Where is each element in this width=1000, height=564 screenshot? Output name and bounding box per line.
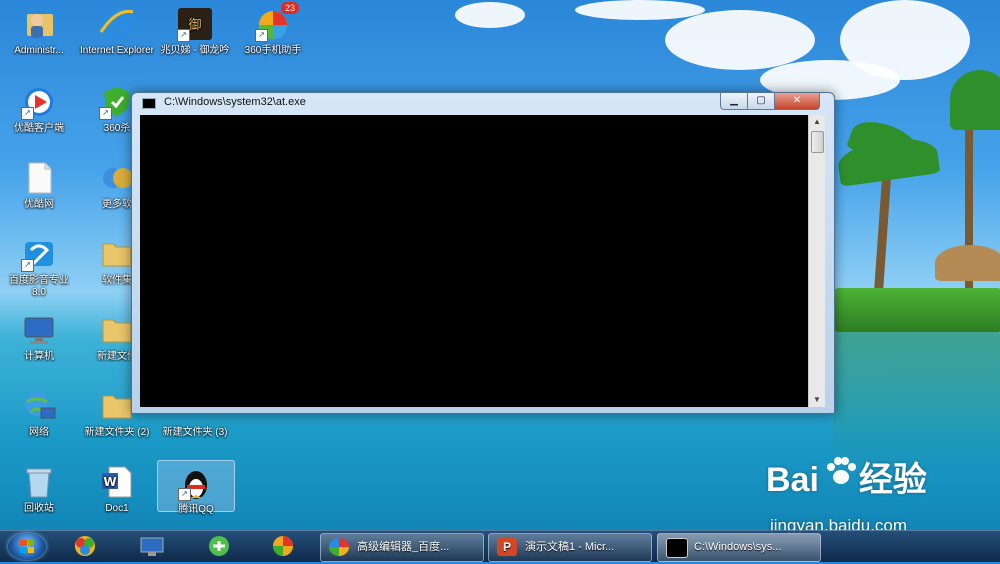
palm-trunk bbox=[873, 164, 892, 306]
taskbar-button-label: C:\Windows\sys... bbox=[694, 541, 782, 553]
qq-penguin-icon: ↗ bbox=[178, 465, 214, 501]
maximize-button[interactable]: ▢ bbox=[747, 93, 775, 110]
taskbar: 高级编辑器_百度... P 演示文稿1 - Micr... C:\Windows… bbox=[0, 530, 1000, 562]
ie-icon bbox=[209, 536, 229, 556]
taskbar-pin-360-browser[interactable] bbox=[268, 534, 298, 559]
taskbar-button-console[interactable]: C:\Windows\sys... bbox=[657, 533, 821, 562]
game-icon: 御 ↗ bbox=[177, 6, 213, 42]
water-reflection bbox=[833, 332, 1000, 472]
taskbar-pin-ie[interactable] bbox=[204, 534, 234, 559]
windows-logo-icon bbox=[20, 540, 34, 553]
cloud bbox=[455, 2, 525, 28]
recycle-bin-icon bbox=[21, 464, 57, 500]
console-window[interactable]: C:\Windows\system32\at.exe ▁ ▢ ✕ ▲ ▼ bbox=[131, 92, 835, 414]
user-folder-icon bbox=[21, 6, 57, 42]
desktop-icon-recycle-bin[interactable]: 回收站 bbox=[1, 460, 77, 515]
desktop-icon-network[interactable]: 网络 bbox=[1, 384, 77, 439]
media-player-icon: ↗ bbox=[21, 236, 57, 272]
desktop-icon-game[interactable]: 御 ↗ 兆贝娣 - 御龙吟 bbox=[157, 2, 233, 57]
network-monitor-icon bbox=[140, 537, 164, 556]
software-icon bbox=[99, 160, 135, 196]
computer-icon bbox=[21, 312, 57, 348]
browser-360-icon bbox=[273, 536, 293, 556]
pinwheel-icon bbox=[329, 538, 349, 556]
network-icon bbox=[21, 388, 57, 424]
folder-icon bbox=[99, 388, 135, 424]
desktop-icon-label: 优酷网 bbox=[24, 199, 54, 210]
desktop-icon-label: 百度影音专业 8.0 bbox=[9, 275, 69, 298]
internet-explorer-icon bbox=[99, 6, 135, 42]
scroll-down-button[interactable]: ▼ bbox=[809, 393, 825, 407]
desktop-icon-label: 新建文件夹 (2) bbox=[84, 427, 150, 438]
desktop-icon-360-phone-assistant[interactable]: 23 ↗ 360手机助手 bbox=[235, 2, 311, 57]
cloud bbox=[575, 0, 705, 20]
notification-badge: 23 bbox=[280, 2, 299, 14]
desktop-icon-computer[interactable]: 计算机 bbox=[1, 308, 77, 363]
cloud bbox=[665, 10, 815, 70]
desktop-icon-administrator[interactable]: Administr... bbox=[1, 2, 77, 57]
scrollbar-thumb[interactable] bbox=[811, 131, 824, 153]
desktop-icon-label: 兆贝娣 - 御龙吟 bbox=[160, 45, 230, 56]
blank-document-icon bbox=[21, 160, 57, 196]
desktop-icon-tencent-qq[interactable]: ↗ 腾讯QQ bbox=[157, 460, 235, 515]
360-security-icon: ↗ bbox=[99, 84, 135, 120]
desktop-icon-label: Internet Explorer bbox=[80, 45, 154, 56]
window-title: C:\Windows\system32\at.exe bbox=[164, 96, 306, 108]
beach-hut bbox=[935, 245, 1000, 281]
desktop-icon-label: 优酷客户端 bbox=[14, 123, 64, 134]
hedge bbox=[833, 288, 1000, 332]
desktop-icon-label: 网络 bbox=[29, 427, 49, 438]
taskbar-pin-chrome-like[interactable] bbox=[70, 534, 100, 559]
console-icon bbox=[142, 98, 156, 109]
desktop-icon-label: 腾讯QQ bbox=[178, 504, 214, 515]
taskbar-button-label: 演示文稿1 - Micr... bbox=[525, 541, 615, 553]
shortcut-arrow-icon: ↗ bbox=[255, 29, 268, 42]
taskbar-button-label: 高级编辑器_百度... bbox=[357, 541, 450, 553]
chrome-like-icon bbox=[75, 536, 95, 556]
taskbar-button-advanced-editor[interactable]: 高级编辑器_百度... bbox=[320, 533, 484, 562]
watermark-brand-left: Bai bbox=[766, 461, 819, 499]
desktop-icon-media-player[interactable]: ↗ 百度影音专业 8.0 bbox=[1, 232, 77, 299]
desktop-icon-youku-web[interactable]: 优酷网 bbox=[1, 156, 77, 211]
youku-icon: ↗ bbox=[21, 84, 57, 120]
shortcut-arrow-icon: ↗ bbox=[177, 29, 190, 42]
word-document-icon: W bbox=[99, 464, 135, 500]
shortcut-arrow-icon: ↗ bbox=[21, 259, 34, 272]
start-button[interactable] bbox=[8, 533, 46, 560]
scroll-up-button[interactable]: ▲ bbox=[809, 115, 825, 129]
folder-icon bbox=[99, 312, 135, 348]
close-button[interactable]: ✕ bbox=[774, 93, 820, 110]
desktop-icon-youku-client[interactable]: ↗ 优酷客户端 bbox=[1, 80, 77, 135]
folder-icon bbox=[99, 236, 135, 272]
baidu-paw-icon bbox=[827, 457, 856, 484]
baidu-watermark: Bai 经验 bbox=[766, 452, 927, 501]
shortcut-arrow-icon: ↗ bbox=[99, 107, 112, 120]
taskbar-button-presentation[interactable]: P 演示文稿1 - Micr... bbox=[488, 533, 652, 562]
powerpoint-icon: P bbox=[497, 538, 517, 556]
vertical-scrollbar[interactable]: ▲ ▼ bbox=[808, 115, 825, 407]
desktop-icon-label: Doc1 bbox=[105, 503, 129, 514]
desktop-icon-doc1[interactable]: W Doc1 bbox=[79, 460, 155, 515]
console-output-area[interactable] bbox=[140, 115, 808, 407]
svg-text:御: 御 bbox=[188, 18, 201, 33]
svg-text:W: W bbox=[103, 475, 116, 489]
shortcut-arrow-icon: ↗ bbox=[21, 107, 34, 120]
minimize-button[interactable]: ▁ bbox=[720, 93, 748, 110]
desktop-icon-label: 回收站 bbox=[24, 503, 54, 514]
console-icon bbox=[666, 538, 688, 558]
desktop-icon-internet-explorer[interactable]: Internet Explorer bbox=[79, 2, 155, 57]
desktop-icon-label: 360手机助手 bbox=[244, 45, 302, 56]
desktop-icon-label: 计算机 bbox=[24, 351, 54, 362]
desktop-icon-label: Administr... bbox=[14, 45, 64, 56]
watermark-brand-right: 经验 bbox=[858, 461, 927, 499]
window-titlebar[interactable]: C:\Windows\system32\at.exe ▁ ▢ ✕ bbox=[132, 93, 834, 113]
palm-leaves bbox=[950, 70, 1000, 130]
desktop-icon-label: 新建文件夹 (3) bbox=[162, 427, 228, 438]
shortcut-arrow-icon: ↗ bbox=[178, 488, 191, 501]
360-phone-assistant-icon: 23 ↗ bbox=[255, 2, 299, 42]
taskbar-pin-network-monitor[interactable] bbox=[138, 534, 168, 559]
